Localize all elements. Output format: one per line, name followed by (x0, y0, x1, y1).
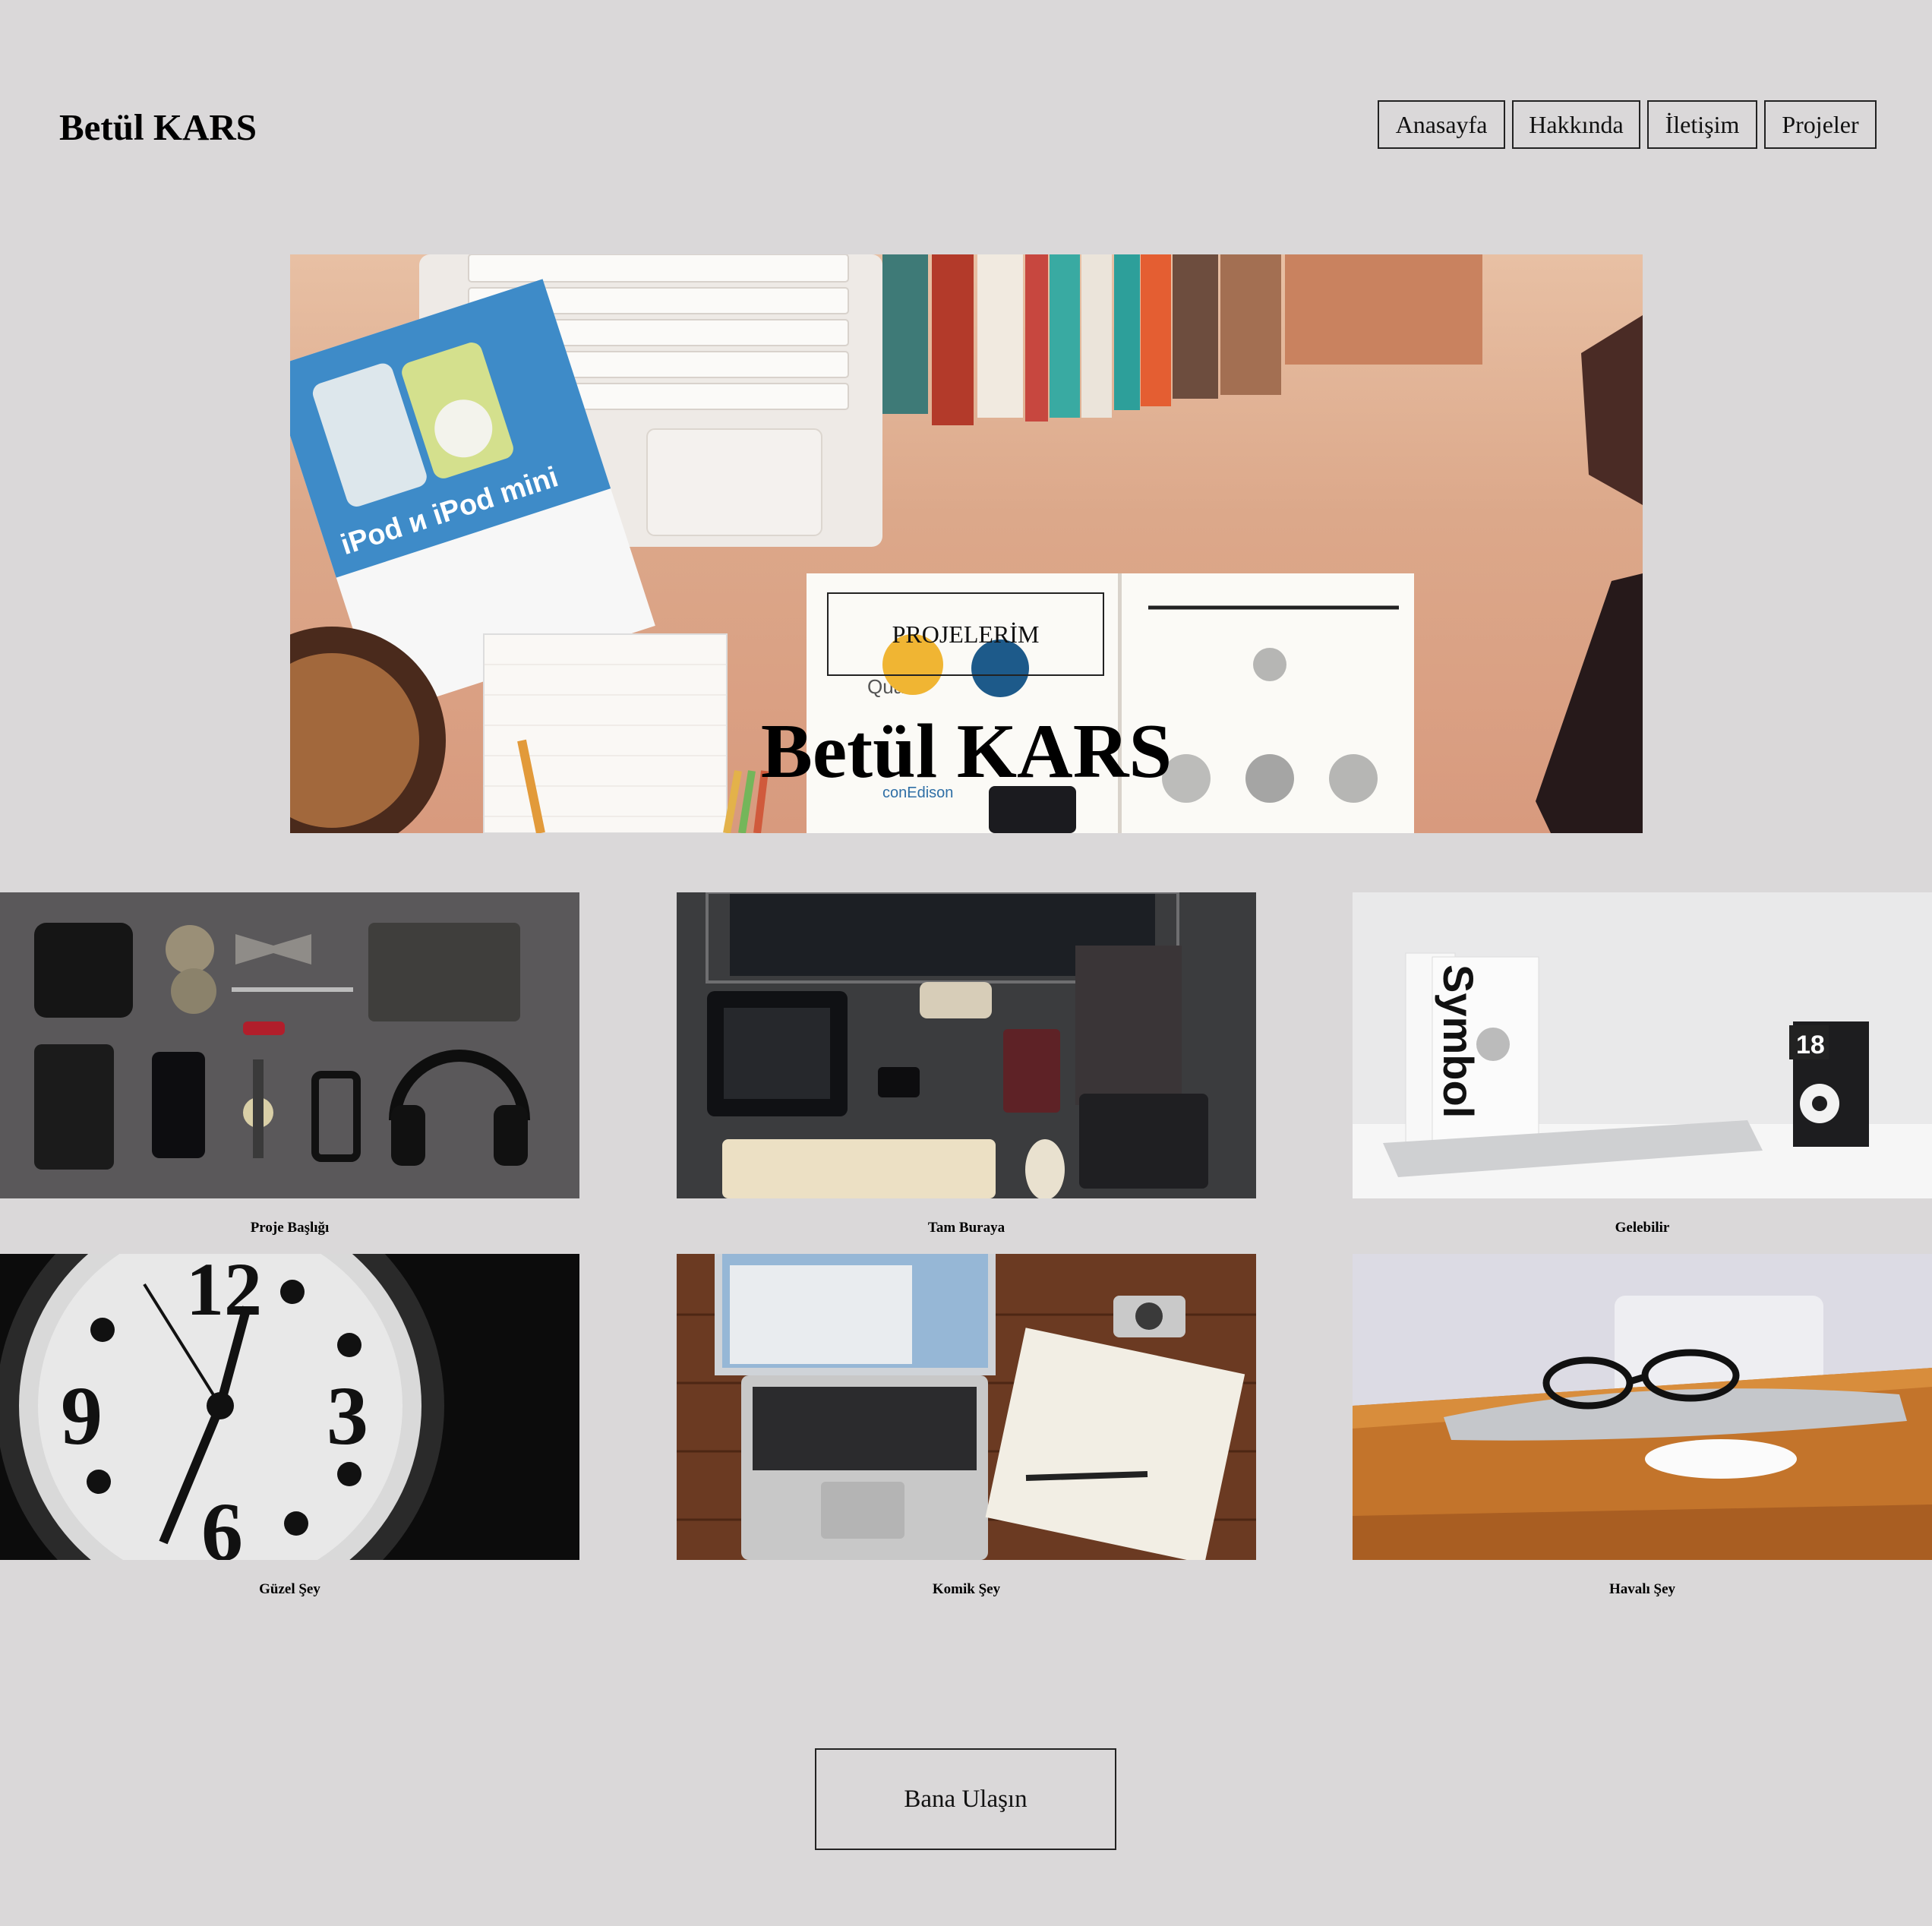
nav-iletisim-button[interactable]: İletişim (1647, 100, 1757, 149)
hero-title: Betül KARS (760, 709, 1173, 794)
project-card[interactable]: Proje Başlığı (0, 892, 579, 1236)
contact-button[interactable]: Bana Ulaşın (815, 1748, 1116, 1850)
clock-number-6: 6 (201, 1486, 243, 1560)
clock-number-9: 9 (61, 1369, 103, 1462)
nav-hakkinda-button[interactable]: Hakkında (1512, 100, 1640, 149)
calendar-date-text: 18 (1796, 1031, 1825, 1059)
hero-banner: iPod и iPod mini Quark conEd (290, 254, 1643, 833)
project-image[interactable] (677, 1254, 1256, 1560)
site-title[interactable]: Betül KARS (59, 103, 257, 152)
page: Betül KARS Anasayfa Hakkında İletişim Pr… (0, 0, 1932, 1926)
project-image[interactable] (0, 892, 579, 1198)
main-nav: Anasayfa Hakkında İletişim Projeler (1378, 100, 1877, 149)
project-caption: Tam Buraya (927, 1220, 1005, 1236)
symbol-book-text: Symbol (1435, 965, 1482, 1118)
project-caption: Gelebilir (1615, 1220, 1670, 1236)
project-caption: Proje Başlığı (250, 1220, 330, 1236)
nav-projeler-button[interactable]: Projeler (1764, 100, 1877, 149)
project-caption: Güzel Şey (259, 1581, 320, 1597)
project-card[interactable]: 12 3 9 6 Güzel Şey (0, 1254, 579, 1598)
project-caption: Komik Şey (932, 1581, 1001, 1597)
project-image[interactable]: 12 3 9 6 (0, 1254, 579, 1560)
project-card[interactable]: Komik Şey (677, 1254, 1256, 1598)
clock-number-3: 3 (327, 1369, 368, 1462)
project-card[interactable]: Tam Buraya (677, 892, 1256, 1236)
project-image[interactable] (1353, 1254, 1932, 1560)
project-caption: Havalı Şey (1608, 1581, 1676, 1597)
project-image[interactable]: Symbol 18 (1353, 892, 1932, 1198)
projelerim-button[interactable]: PROJELERİM (827, 592, 1104, 676)
project-card[interactable]: Symbol 18 Gelebilir (1353, 892, 1932, 1236)
nav-anasayfa-button[interactable]: Anasayfa (1378, 100, 1505, 149)
project-card[interactable]: Havalı Şey (1353, 1254, 1932, 1598)
project-image[interactable] (677, 892, 1256, 1198)
clock-number-12: 12 (186, 1254, 262, 1331)
